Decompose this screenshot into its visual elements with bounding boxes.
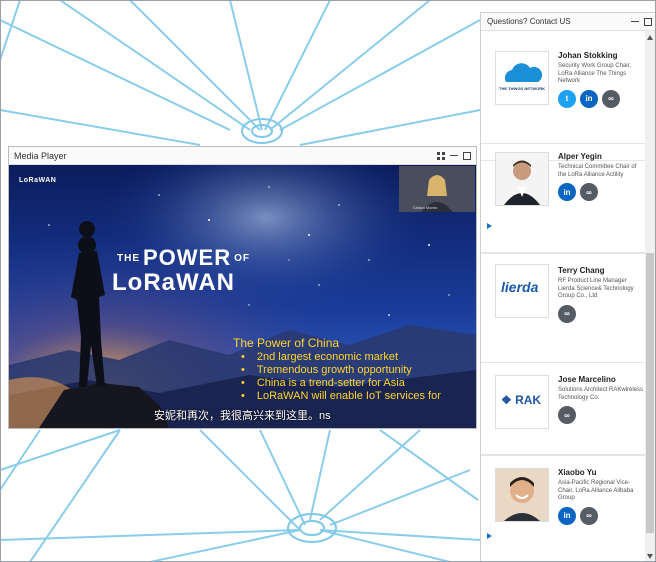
speaker-role: Asia-Pacific Regional Vice-Chair, LoRa A… xyxy=(558,480,634,501)
linkedin-icon[interactable]: in xyxy=(558,506,576,525)
video-subtitle: 安妮和再次，我很高兴来到这里。ns xyxy=(154,410,331,422)
speaker-panel-titlebar[interactable]: Questions? Contact US xyxy=(481,13,655,31)
speaker-role: Security Work Group Chair, LoRa Alliance… xyxy=(558,63,631,84)
scrollbar-thumb[interactable] xyxy=(646,253,654,533)
speaker-logo-rak: ❖ RAK xyxy=(495,375,549,429)
scroll-down-icon[interactable] xyxy=(647,554,653,559)
lorawan-logo: LoRaWAN xyxy=(19,177,57,184)
speaker-name: Johan Stokking xyxy=(558,51,618,60)
media-player-title: Media Player xyxy=(14,150,67,161)
linkedin-icon[interactable]: in xyxy=(580,89,598,108)
twitter-icon[interactable]: t xyxy=(558,89,576,108)
media-player-titlebar[interactable]: Media Player xyxy=(9,147,476,165)
minimize-icon[interactable] xyxy=(450,155,458,156)
link-icon[interactable]: ∞ xyxy=(580,183,598,201)
speaker-name: Alper Yegin xyxy=(558,152,602,161)
speaker-role: Technical Committee Chair of the LoRa Al… xyxy=(558,164,637,178)
speaker-card: ❖ RAK Jose Marcelino Solutions Architect… xyxy=(481,363,647,455)
speaker-logo-things-network: THE THINGS NETWORK xyxy=(495,51,549,105)
speaker-panel-title: Questions? Contact US xyxy=(487,17,571,26)
speaker-name: Terry Chang xyxy=(558,266,605,275)
link-icon[interactable]: ∞ xyxy=(558,304,576,323)
speaker-card: Xiaobo Yu Asia-Pacific Regional Vice-Cha… xyxy=(481,455,647,561)
maximize-icon[interactable] xyxy=(644,17,652,26)
slide-bullet: China is a trend-setter for Asia xyxy=(241,377,476,390)
slide-heading: The Power of China xyxy=(233,336,340,350)
scroll-up-icon[interactable] xyxy=(647,35,653,40)
link-icon[interactable]: ∞ xyxy=(602,89,620,108)
speaker-card: Alper Yegin Technical Committee Chair of… xyxy=(481,143,647,253)
presentation-title-line1: THE POWER OF xyxy=(117,245,251,270)
speaker-role: RF Product Line Manager Lierda Science& … xyxy=(558,278,634,299)
speaker-photo xyxy=(495,152,549,206)
slide-bullet: Tremendous growth opportunity xyxy=(241,364,476,377)
expand-arrow-icon[interactable] xyxy=(487,533,492,539)
linkedin-icon[interactable]: in xyxy=(558,183,576,201)
maximize-icon[interactable] xyxy=(463,151,471,160)
minimize-icon[interactable] xyxy=(631,21,639,22)
rak-logo-text: ❖ RAK xyxy=(501,393,542,407)
link-icon[interactable]: ∞ xyxy=(558,406,576,424)
slide-bullet: LoRaWAN will enable IoT services for xyxy=(241,390,476,403)
speaker-name: Xiaobo Yu xyxy=(558,468,597,477)
expand-arrow-icon[interactable] xyxy=(487,223,492,229)
scrollbar[interactable] xyxy=(645,31,655,561)
media-player-window: Media Player LoRaWAN THE POWER OF LoRaWA… xyxy=(8,146,477,429)
lierda-logo-text: lierda xyxy=(501,279,539,295)
popout-icon[interactable] xyxy=(437,151,445,160)
speaker-card: lierda Terry Chang RF Product Line Manag… xyxy=(481,253,647,363)
speaker-panel-window: Questions? Contact US THE THINGS NETWORK… xyxy=(480,12,656,562)
presenter-camera: Chiara Monro xyxy=(399,166,475,212)
speaker-role: Solutions Architect RAKwireless Technolo… xyxy=(558,387,644,401)
video-frame[interactable]: LoRaWAN THE POWER OF LoRaWAN Chiara Monro … xyxy=(9,165,476,428)
speaker-name: Jose Marcelino xyxy=(558,375,616,384)
link-icon[interactable]: ∞ xyxy=(580,506,598,525)
speaker-photo xyxy=(495,468,549,522)
speaker-logo-lierda: lierda xyxy=(495,264,549,318)
presenter-name: Chiara Monro xyxy=(413,205,438,210)
slide-bullet: 2nd largest economic market xyxy=(241,351,476,364)
things-network-logo-text: THE THINGS NETWORK xyxy=(499,86,545,91)
presentation-title-line2: LoRaWAN xyxy=(112,269,235,296)
slide-content: The Power of China 2nd largest economic … xyxy=(233,337,476,417)
